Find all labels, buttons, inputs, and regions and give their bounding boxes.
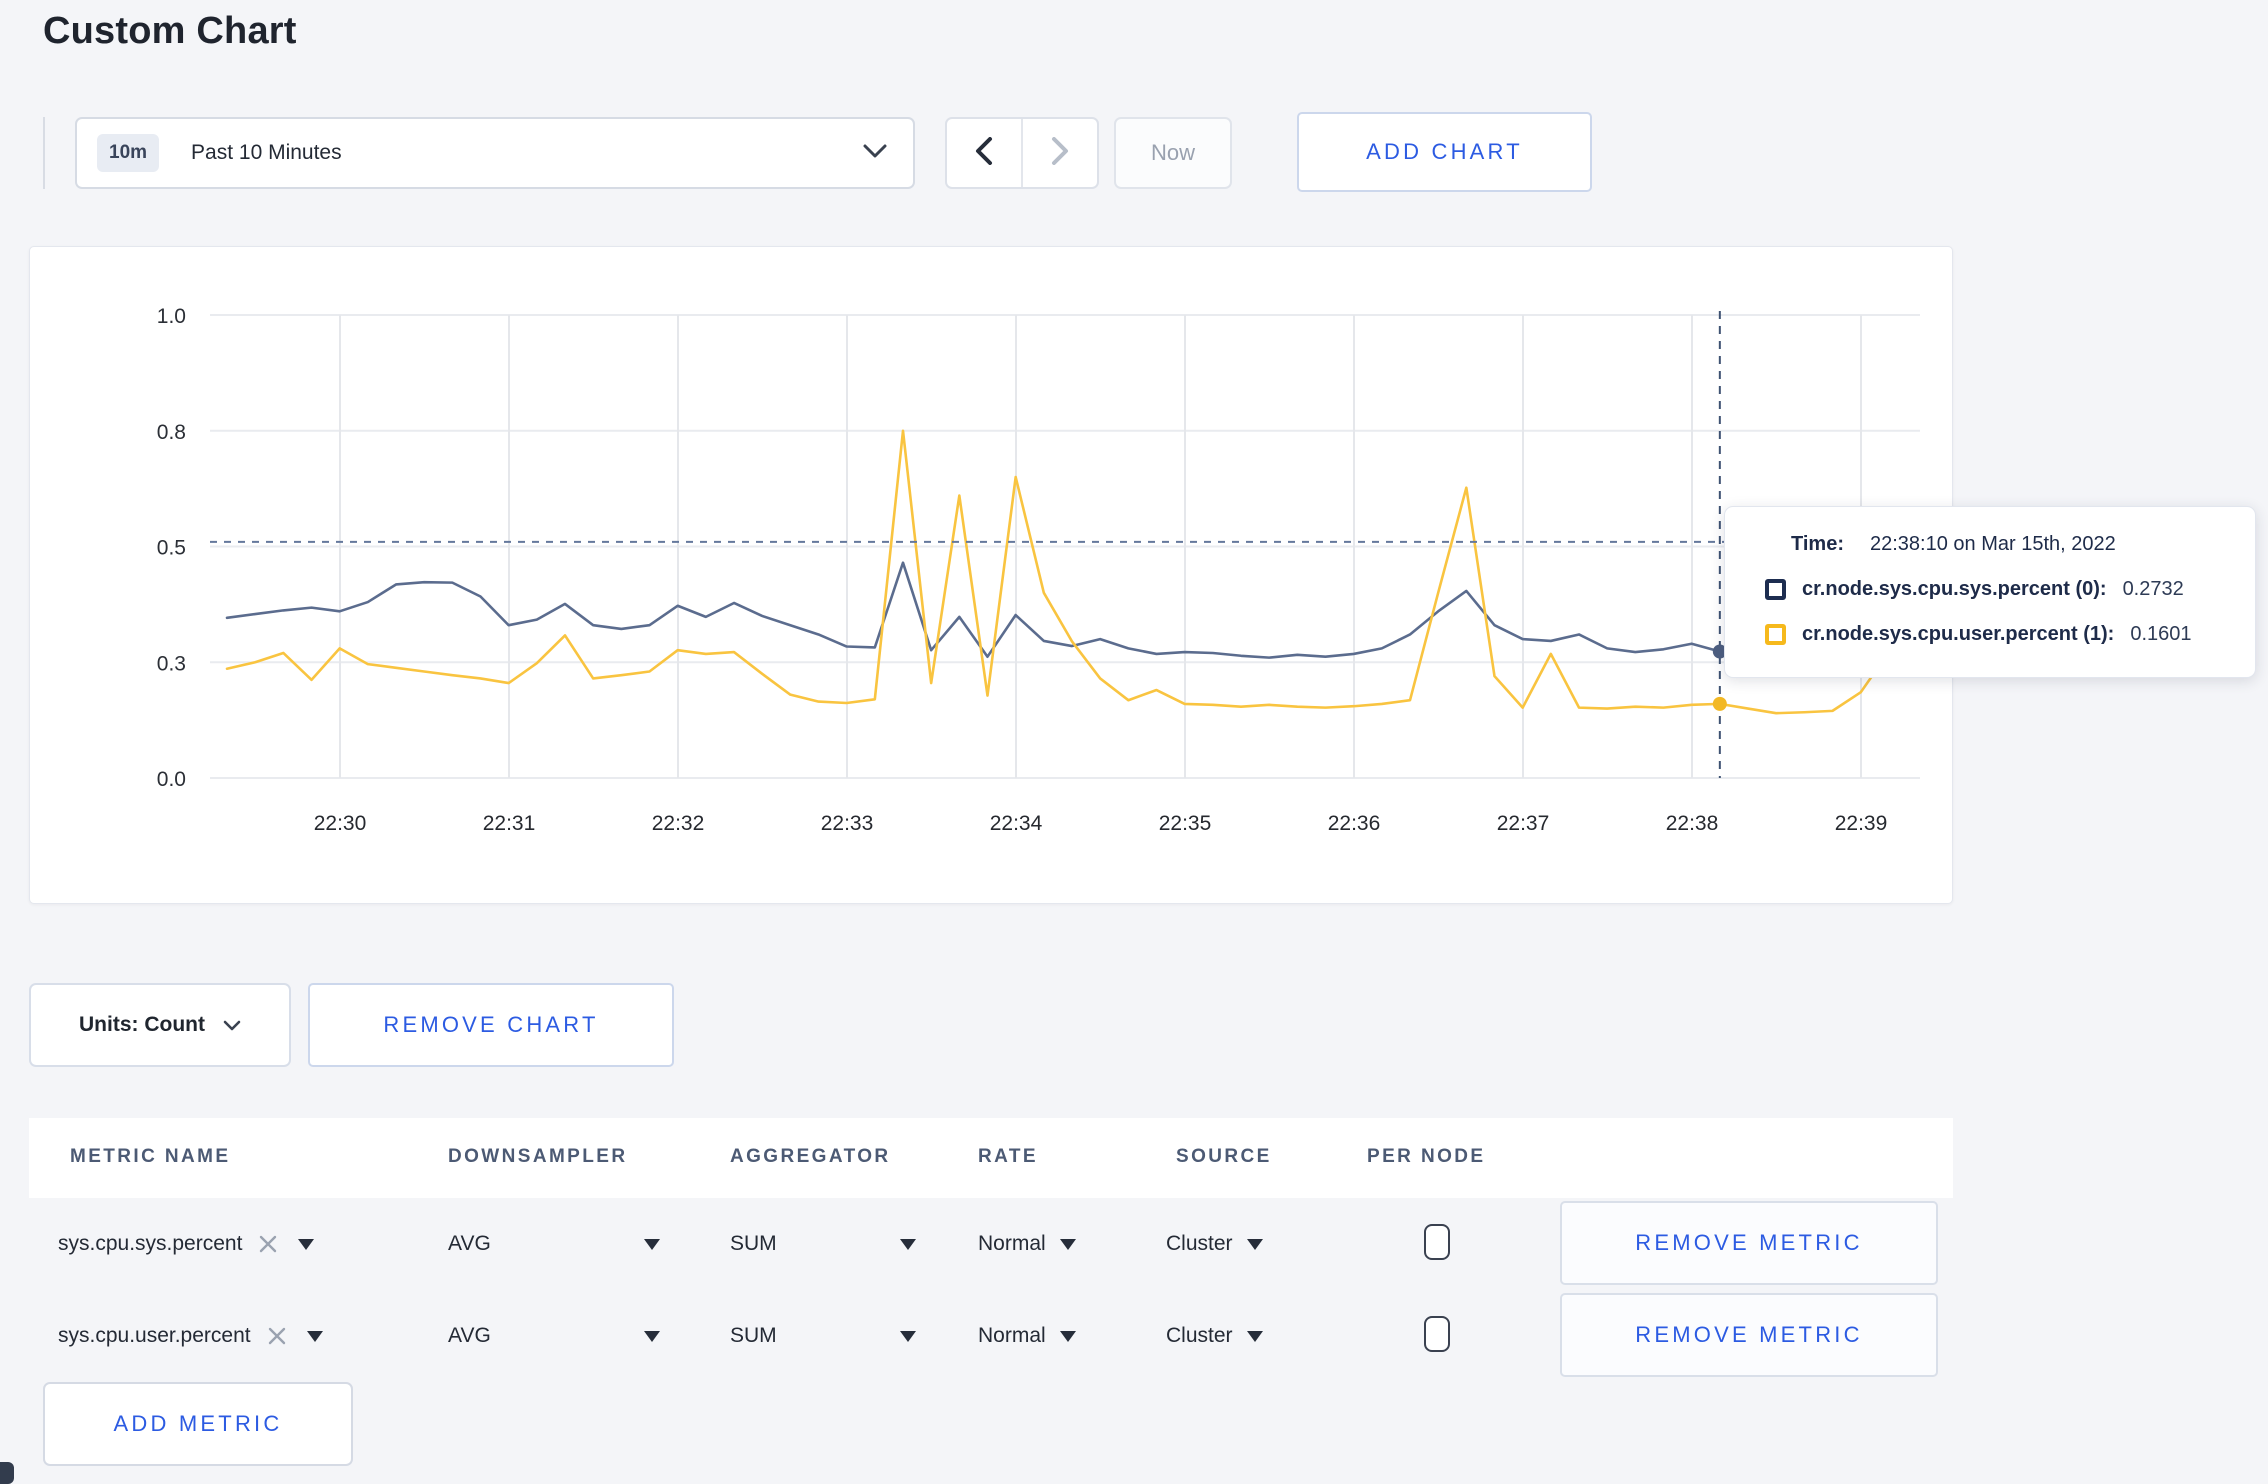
downsampler-dropdown[interactable]: AVG — [448, 1318, 660, 1354]
svg-text:0.8: 0.8 — [157, 421, 186, 444]
tooltip-time-label: Time: — [1791, 533, 1844, 555]
aggregator-value: SUM — [730, 1232, 777, 1255]
col-header-metric-name: METRIC NAME — [70, 1146, 231, 1167]
svg-text:22:36: 22:36 — [1328, 812, 1381, 835]
aggregator-value: SUM — [730, 1324, 777, 1347]
source-dropdown[interactable]: Cluster — [1166, 1318, 1263, 1354]
aggregator-dropdown[interactable]: SUM — [730, 1318, 916, 1354]
rate-dropdown[interactable]: Normal — [978, 1318, 1076, 1354]
svg-text:22:38: 22:38 — [1666, 812, 1719, 835]
caret-down-icon — [900, 1238, 916, 1250]
caret-down-icon — [900, 1330, 916, 1342]
source-value: Cluster — [1166, 1232, 1233, 1255]
add-metric-button[interactable]: ADD METRIC — [43, 1382, 353, 1466]
tooltip-series-label: cr.node.sys.cpu.user.percent (1): — [1802, 623, 2115, 645]
caret-down-icon — [644, 1238, 660, 1250]
aggregator-dropdown[interactable]: SUM — [730, 1226, 916, 1262]
downsampler-value: AVG — [448, 1232, 491, 1255]
svg-text:1.0: 1.0 — [157, 305, 186, 328]
units-label: Units: Count — [79, 1013, 205, 1036]
svg-text:22:34: 22:34 — [990, 812, 1043, 835]
tooltip-time-value: 22:38:10 on Mar 15th, 2022 — [1869, 533, 2116, 555]
caret-down-icon — [1059, 1238, 1076, 1250]
tooltip-series-value: 0.2732 — [2122, 578, 2184, 600]
metric-name-value: sys.cpu.sys.percent — [58, 1232, 243, 1255]
svg-text:22:32: 22:32 — [652, 812, 705, 835]
svg-text:22:35: 22:35 — [1159, 812, 1212, 835]
caret-down-icon — [1246, 1330, 1263, 1342]
col-header-per-node: PER NODE — [1367, 1146, 1486, 1167]
tooltip-series-label: cr.node.sys.cpu.sys.percent (0): — [1802, 578, 2107, 600]
source-value: Cluster — [1166, 1324, 1233, 1347]
svg-text:22:30: 22:30 — [314, 812, 367, 835]
rate-value: Normal — [978, 1324, 1046, 1347]
chart-hover-tooltip: Time: 22:38:10 on Mar 15th, 2022 cr.node… — [1724, 506, 2256, 678]
svg-text:0.0: 0.0 — [157, 768, 186, 791]
col-header-aggregator: AGGREGATOR — [730, 1146, 891, 1167]
clear-metric-icon[interactable] — [267, 1326, 287, 1346]
svg-text:0.3: 0.3 — [157, 652, 186, 675]
svg-text:0.5: 0.5 — [157, 537, 186, 560]
svg-text:22:39: 22:39 — [1835, 812, 1888, 835]
caret-down-icon[interactable] — [306, 1330, 323, 1342]
col-header-rate: RATE — [978, 1146, 1038, 1167]
svg-text:22:33: 22:33 — [821, 812, 874, 835]
metric-name-dropdown[interactable]: sys.cpu.user.percent — [58, 1318, 323, 1354]
remove-metric-button[interactable]: REMOVE METRIC — [1560, 1293, 1938, 1377]
downsampler-dropdown[interactable]: AVG — [448, 1226, 660, 1262]
col-header-downsampler: DOWNSAMPLER — [448, 1146, 628, 1167]
chevron-down-icon — [223, 1013, 241, 1037]
caret-down-icon[interactable] — [298, 1238, 315, 1250]
per-node-checkbox[interactable] — [1424, 1224, 1450, 1260]
source-dropdown[interactable]: Cluster — [1166, 1226, 1263, 1262]
col-header-source: SOURCE — [1176, 1146, 1272, 1167]
metric-name-dropdown[interactable]: sys.cpu.sys.percent — [58, 1226, 315, 1262]
clear-metric-icon[interactable] — [258, 1234, 278, 1254]
metric-name-value: sys.cpu.user.percent — [58, 1324, 251, 1347]
tooltip-series-value: 0.1601 — [2130, 623, 2192, 645]
remove-chart-button[interactable]: REMOVE CHART — [308, 983, 674, 1067]
downsampler-value: AVG — [448, 1324, 491, 1347]
caret-down-icon — [644, 1330, 660, 1342]
remove-metric-button[interactable]: REMOVE METRIC — [1560, 1201, 1938, 1285]
svg-text:22:31: 22:31 — [483, 812, 536, 835]
series-swatch-sys — [1765, 579, 1786, 600]
series-swatch-user — [1765, 624, 1786, 645]
caret-down-icon — [1059, 1330, 1076, 1342]
units-dropdown[interactable]: Units: Count — [29, 983, 291, 1067]
caret-down-icon — [1246, 1238, 1263, 1250]
rate-value: Normal — [978, 1232, 1046, 1255]
svg-text:22:37: 22:37 — [1497, 812, 1550, 835]
rate-dropdown[interactable]: Normal — [978, 1226, 1076, 1262]
per-node-checkbox[interactable] — [1424, 1316, 1450, 1352]
scroll-corner-nub — [0, 1462, 14, 1484]
